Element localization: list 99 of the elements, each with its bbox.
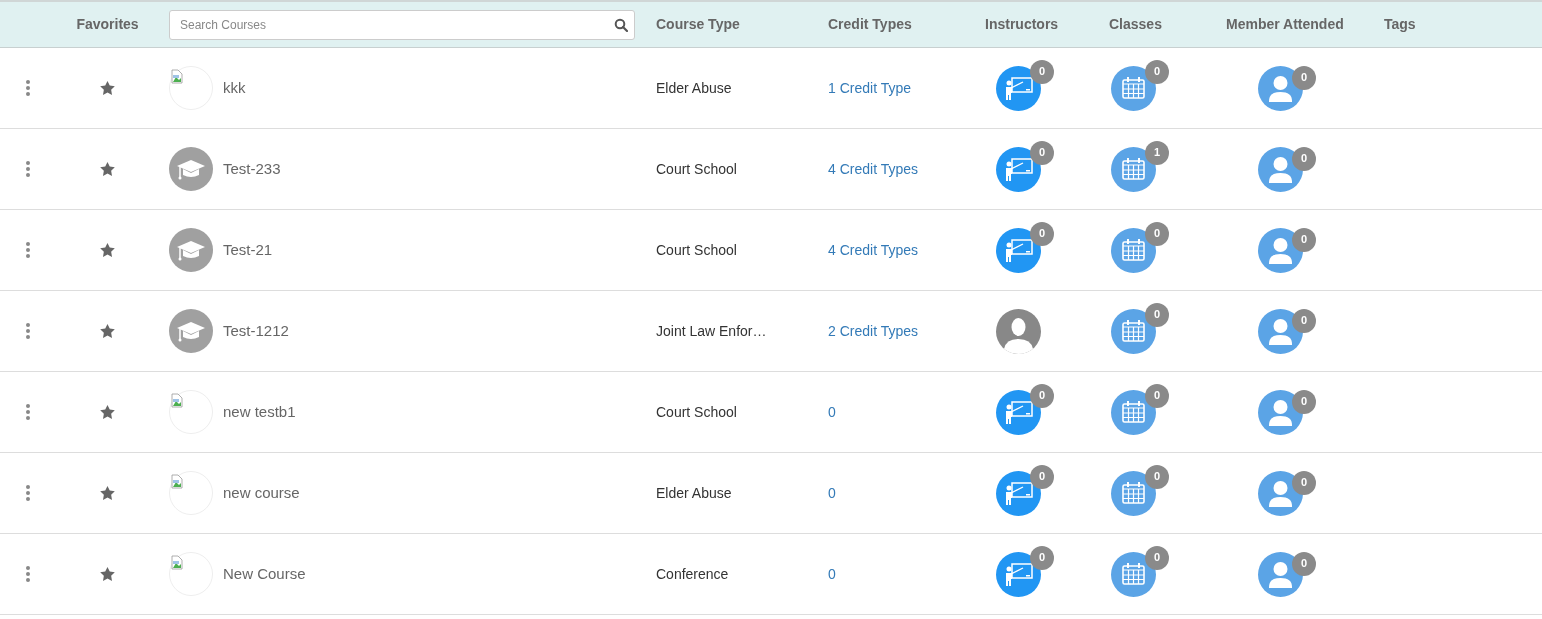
column-header[interactable]: Instructors bbox=[985, 16, 1059, 32]
course-row[interactable]: Test-1212 Joint Law Enfor… 2 Credit Types 0 0 bbox=[0, 291, 1542, 372]
course-row[interactable]: kkk Elder Abuse 1 Credit Type 0 0 0 bbox=[0, 48, 1542, 129]
credit-types-link[interactable]: 0 bbox=[828, 485, 836, 501]
column-header[interactable]: Classes bbox=[1109, 16, 1162, 32]
calendar-icon[interactable] bbox=[1111, 551, 1156, 597]
avatar-icon[interactable] bbox=[996, 308, 1041, 354]
count-badge: 0 bbox=[1030, 545, 1054, 570]
more-options-icon[interactable] bbox=[24, 565, 31, 583]
more-options-icon[interactable] bbox=[24, 79, 31, 97]
count-badge: 0 bbox=[1292, 308, 1316, 333]
person-icon[interactable] bbox=[1258, 146, 1303, 192]
calendar-icon[interactable] bbox=[1111, 227, 1156, 273]
course-row[interactable]: Test-21 Court School 4 Credit Types 0 0 0 bbox=[0, 210, 1542, 291]
more-options-icon[interactable] bbox=[24, 484, 31, 502]
column-header[interactable]: Tags bbox=[1384, 16, 1416, 32]
column-header[interactable]: Member Attended bbox=[1226, 16, 1344, 32]
column-header[interactable]: Course Type bbox=[656, 16, 740, 32]
instructor-icon[interactable] bbox=[996, 551, 1041, 597]
person-icon[interactable] bbox=[1258, 389, 1303, 435]
more-options-icon[interactable] bbox=[24, 403, 31, 421]
person-icon[interactable] bbox=[1258, 227, 1303, 273]
calendar-icon[interactable] bbox=[1111, 65, 1156, 111]
search-field[interactable]: Search Courses bbox=[169, 9, 635, 40]
credit-types-link[interactable]: 4 Credit Types bbox=[828, 242, 918, 258]
course-name[interactable]: New Course bbox=[223, 562, 306, 586]
star-icon[interactable] bbox=[100, 324, 115, 338]
course-name[interactable]: Test-1212 bbox=[223, 319, 289, 343]
count-badge: 0 bbox=[1145, 464, 1169, 489]
course-name[interactable]: Test-233 bbox=[223, 157, 281, 181]
credit-types-link[interactable]: 2 Credit Types bbox=[828, 323, 918, 339]
credit-types-link[interactable]: 4 Credit Types bbox=[828, 161, 918, 177]
count-badge: 0 bbox=[1292, 470, 1316, 495]
count-badge: 0 bbox=[1292, 389, 1316, 414]
count-badge: 0 bbox=[1030, 59, 1054, 84]
course-name[interactable]: Test-21 bbox=[223, 238, 273, 262]
course-type: Court School bbox=[656, 242, 737, 258]
person-icon[interactable] bbox=[1258, 470, 1303, 516]
count-badge: 0 bbox=[1030, 383, 1054, 408]
person-icon[interactable] bbox=[1258, 551, 1303, 597]
broken-image-icon bbox=[169, 552, 213, 596]
broken-image-icon bbox=[169, 471, 213, 515]
count-badge: 0 bbox=[1030, 464, 1054, 489]
count-badge: 0 bbox=[1292, 65, 1316, 90]
count-badge: 0 bbox=[1030, 140, 1054, 165]
star-icon[interactable] bbox=[100, 567, 115, 581]
instructor-icon[interactable] bbox=[996, 227, 1041, 273]
credit-types-link[interactable]: 0 bbox=[828, 566, 836, 582]
course-type: Court School bbox=[656, 161, 737, 177]
search-icon[interactable] bbox=[614, 17, 628, 32]
credit-types-link[interactable]: 1 Credit Type bbox=[828, 80, 911, 96]
count-badge: 0 bbox=[1145, 302, 1169, 327]
instructor-icon[interactable] bbox=[996, 146, 1041, 192]
count-badge: 0 bbox=[1292, 551, 1316, 576]
course-type: Joint Law Enfor… bbox=[656, 323, 767, 339]
person-icon[interactable] bbox=[1258, 65, 1303, 111]
course-type: Court School bbox=[656, 404, 737, 420]
count-badge: 0 bbox=[1145, 383, 1169, 408]
calendar-icon[interactable] bbox=[1111, 308, 1156, 354]
more-options-icon[interactable] bbox=[24, 241, 31, 259]
course-row[interactable]: new testb1 Court School 0 0 0 0 bbox=[0, 372, 1542, 453]
count-badge: 0 bbox=[1292, 227, 1316, 252]
more-options-icon[interactable] bbox=[24, 160, 31, 178]
star-icon[interactable] bbox=[100, 486, 115, 500]
count-badge: 0 bbox=[1292, 146, 1316, 171]
calendar-icon[interactable] bbox=[1111, 389, 1156, 435]
count-badge: 1 bbox=[1145, 140, 1169, 165]
count-badge: 0 bbox=[1145, 545, 1169, 570]
calendar-icon[interactable] bbox=[1111, 470, 1156, 516]
course-type: Elder Abuse bbox=[656, 485, 732, 501]
count-badge: 0 bbox=[1145, 59, 1169, 84]
graduation-cap-icon bbox=[169, 228, 213, 272]
star-icon[interactable] bbox=[100, 405, 115, 419]
credit-types-link[interactable]: 0 bbox=[828, 404, 836, 420]
count-badge: 0 bbox=[1145, 221, 1169, 246]
course-type: Conference bbox=[656, 566, 729, 582]
course-name[interactable]: new course bbox=[223, 481, 300, 505]
instructor-icon[interactable] bbox=[996, 389, 1041, 435]
graduation-cap-icon bbox=[169, 309, 213, 353]
course-row[interactable]: New Course Conference 0 0 0 0 bbox=[0, 534, 1542, 615]
course-row[interactable]: Test-233 Court School 4 Credit Types 0 1 0 bbox=[0, 129, 1542, 210]
more-options-icon[interactable] bbox=[24, 322, 31, 340]
course-row[interactable]: new course Elder Abuse 0 0 0 0 bbox=[0, 453, 1542, 534]
count-badge: 0 bbox=[1030, 221, 1054, 246]
star-icon[interactable] bbox=[100, 81, 115, 95]
broken-image-icon bbox=[169, 66, 213, 110]
calendar-icon[interactable] bbox=[1111, 146, 1156, 192]
instructor-icon[interactable] bbox=[996, 470, 1041, 516]
column-header[interactable]: Credit Types bbox=[828, 16, 912, 32]
column-header[interactable]: Favorites bbox=[76, 14, 139, 35]
graduation-cap-icon bbox=[169, 147, 213, 191]
instructor-icon[interactable] bbox=[996, 65, 1041, 111]
person-icon[interactable] bbox=[1258, 308, 1303, 354]
broken-image-icon bbox=[169, 390, 213, 434]
course-name[interactable]: kkk bbox=[223, 76, 246, 100]
course-type: Elder Abuse bbox=[656, 80, 732, 96]
star-icon[interactable] bbox=[100, 162, 115, 176]
course-name[interactable]: new testb1 bbox=[223, 400, 296, 424]
star-icon[interactable] bbox=[100, 243, 115, 257]
